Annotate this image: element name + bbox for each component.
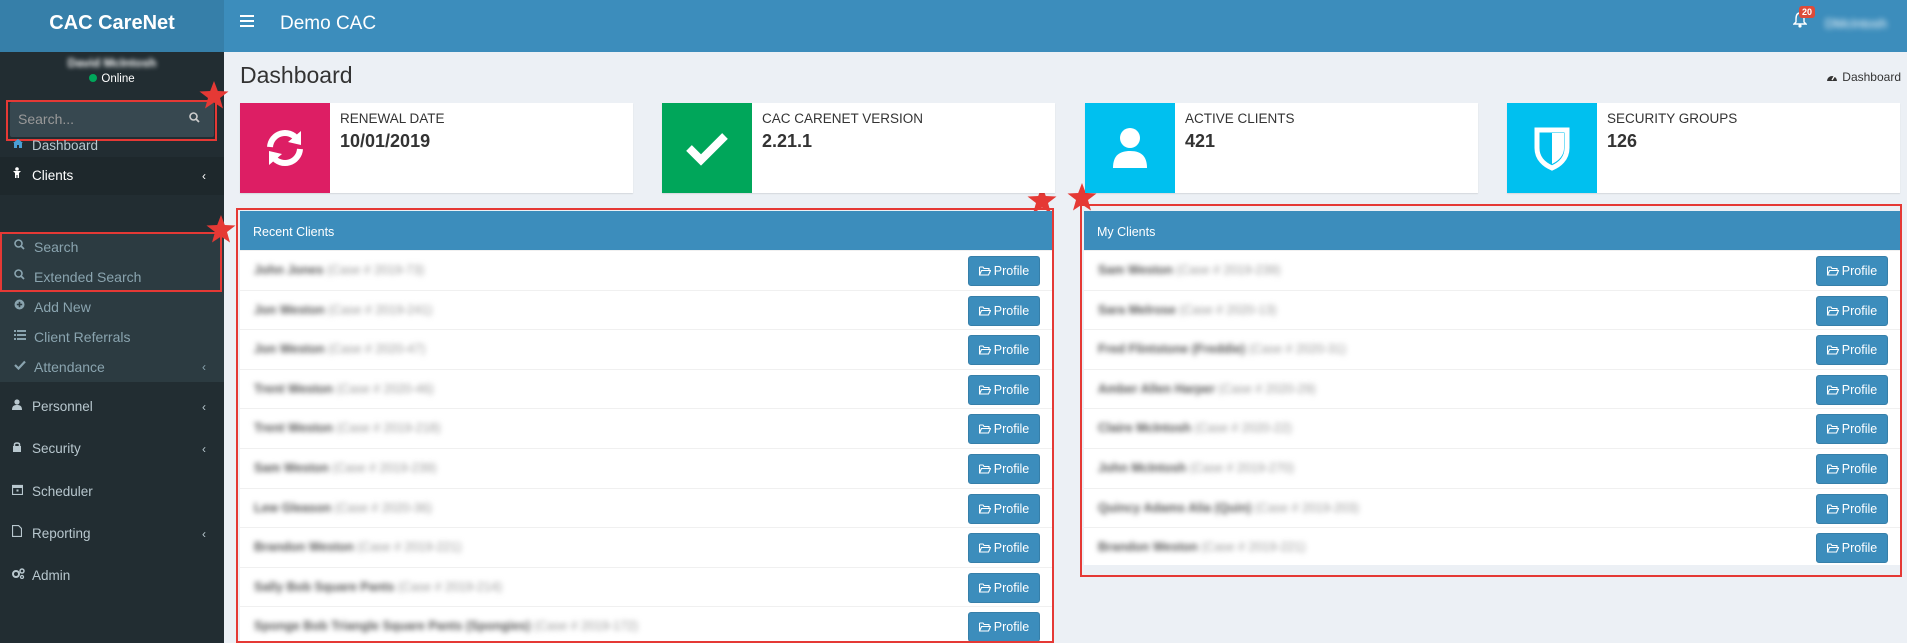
annotation-highlight-search-links — [0, 232, 222, 292]
sidebar-item-client-referrals[interactable]: Client Referrals — [0, 322, 224, 352]
top-navbar: Demo CAC 20 DMcIntosh — [224, 0, 1907, 52]
info-box-value: 126 — [1607, 131, 1638, 151]
hamburger-menu-icon[interactable] — [240, 14, 254, 32]
app-title: Demo CAC — [280, 13, 377, 34]
refresh-icon — [240, 103, 330, 193]
breadcrumb[interactable]: Dashboard — [1826, 70, 1901, 84]
sidebar-item-add-new[interactable]: Add New — [0, 292, 224, 322]
user-icon — [12, 386, 22, 428]
user-panel-name: David McIntosh — [67, 56, 157, 70]
sidebar-item-admin[interactable]: Admin — [0, 555, 224, 597]
annotation-star-icon — [206, 215, 236, 243]
calendar-icon — [11, 471, 24, 513]
chevron-left-icon: ‹ — [202, 527, 206, 541]
user-icon — [1085, 103, 1175, 193]
user-menu[interactable]: DMcIntosh — [1825, 16, 1887, 31]
info-box-value: 2.21.1 — [762, 131, 813, 151]
check-icon — [14, 352, 26, 382]
annotation-highlight-my-clients — [1080, 204, 1902, 577]
notification-count-badge: 20 — [1798, 6, 1815, 18]
file-icon — [11, 513, 23, 555]
shield-icon — [1507, 103, 1597, 193]
chevron-left-icon: ‹ — [202, 360, 206, 374]
app-logo[interactable]: CAC CareNet — [0, 0, 224, 52]
dashboard-gauge-icon — [1827, 75, 1838, 81]
sidebar-item-security[interactable]: Security ‹ — [0, 428, 224, 470]
sidebar-item-clients[interactable]: Clients ‹ — [0, 157, 224, 195]
lock-icon — [12, 428, 22, 470]
info-box-label: CAC CARENET VERSION — [762, 111, 924, 126]
check-icon — [662, 103, 752, 193]
child-icon — [12, 157, 22, 195]
chevron-left-icon: ‹ — [202, 400, 206, 414]
info-box-value: 10/01/2019 — [340, 131, 431, 151]
chevron-left-icon: ‹ — [202, 442, 206, 456]
sidebar-item-attendance[interactable]: Attendance ‹ — [0, 352, 224, 382]
plus-circle-icon — [14, 292, 25, 322]
chevron-left-icon: ‹ — [202, 169, 206, 183]
info-box-security-groups: SECURITY GROUPS 126 — [1507, 103, 1900, 193]
user-panel: David McIntosh Online — [0, 56, 224, 85]
page-title: Dashboard — [240, 62, 353, 88]
info-box-version: CAC CARENET VERSION 2.21.1 — [662, 103, 1055, 193]
info-box-active-clients: ACTIVE CLIENTS 421 — [1085, 103, 1478, 193]
online-dot-icon — [89, 74, 98, 82]
annotation-highlight-recent-clients — [236, 208, 1054, 643]
info-box-label: ACTIVE CLIENTS — [1185, 111, 1295, 126]
info-box-renewal-date: RENEWAL DATE 10/01/2019 — [240, 103, 633, 193]
sidebar-item-scheduler[interactable]: Scheduler — [0, 471, 224, 513]
sidebar-item-reporting[interactable]: Reporting ‹ — [0, 513, 224, 555]
list-icon — [14, 322, 26, 352]
user-status: Online — [0, 73, 224, 85]
annotation-star-icon — [199, 81, 229, 109]
cogs-icon — [12, 555, 25, 597]
sidebar: David McIntosh Online Search... Dashboar… — [0, 52, 224, 643]
info-box-value: 421 — [1185, 131, 1216, 151]
sidebar-item-personnel[interactable]: Personnel ‹ — [0, 386, 224, 428]
info-box-label: RENEWAL DATE — [340, 111, 445, 126]
info-box-label: SECURITY GROUPS — [1607, 111, 1738, 126]
